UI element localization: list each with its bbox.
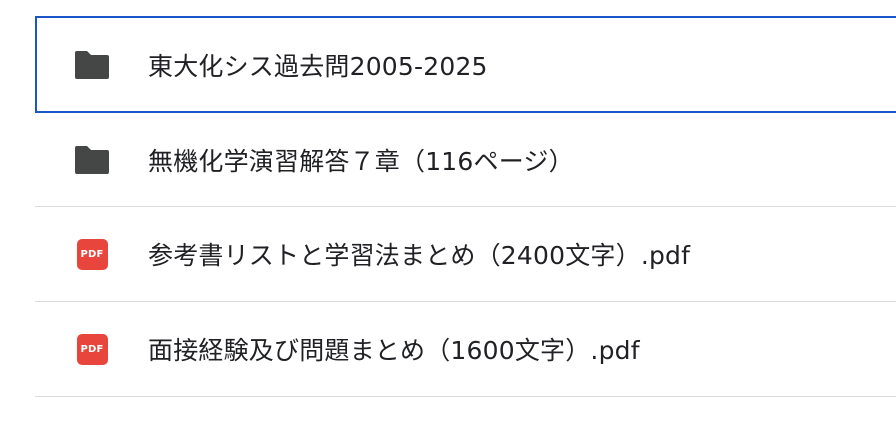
file-row-pdf-interview[interactable]: PDF 面接経験及び問題まとめ（1600文字）.pdf	[35, 302, 896, 397]
pdf-badge-label: PDF	[76, 333, 108, 365]
file-list: 東大化シス過去問2005-2025 無機化学演習解答７章（116ページ） PDF…	[35, 16, 896, 397]
pdf-icon: PDF	[72, 333, 112, 365]
file-name: 参考書リストと学習法まとめ（2400文字）.pdf	[148, 241, 691, 270]
file-name: 無機化学演習解答７章（116ページ）	[148, 146, 574, 176]
file-row-pdf-reference-list[interactable]: PDF 参考書リストと学習法まとめ（2400文字）.pdf	[35, 207, 896, 302]
pdf-icon: PDF	[72, 238, 112, 270]
file-row-folder-inorganic[interactable]: 無機化学演習解答７章（116ページ）	[35, 113, 896, 207]
file-name: 東大化シス過去問2005-2025	[148, 51, 488, 81]
folder-icon	[72, 144, 112, 176]
file-name: 面接経験及び問題まとめ（1600文字）.pdf	[148, 336, 640, 365]
file-row-folder-todai[interactable]: 東大化シス過去問2005-2025	[35, 16, 896, 113]
pdf-badge-label: PDF	[76, 238, 108, 270]
folder-icon	[72, 49, 112, 81]
